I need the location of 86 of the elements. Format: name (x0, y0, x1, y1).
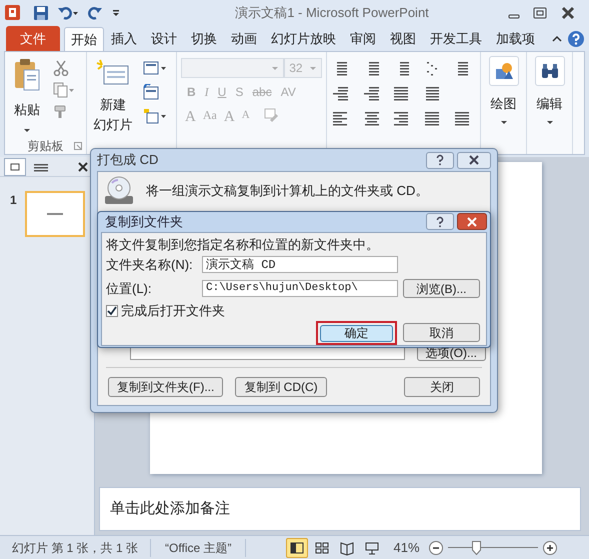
help-button[interactable] (426, 152, 454, 168)
drawing-button[interactable]: 绘图 (488, 56, 518, 126)
dialog-button[interactable]: 复制到 CD(C) (235, 377, 327, 397)
help-icon[interactable] (567, 30, 585, 48)
close-icon[interactable] (76, 160, 90, 174)
normal-view-icon (289, 540, 306, 556)
help-icon (435, 154, 445, 166)
check-icon (107, 306, 117, 316)
field-label: 文件夹名称(N): (106, 256, 194, 274)
slide-thumbnail[interactable] (24, 191, 85, 237)
help-icon (435, 216, 445, 228)
close-icon (468, 155, 480, 165)
close-icon (466, 216, 478, 227)
decrease-indent-icon[interactable] (333, 85, 349, 101)
ribbon-tab[interactable]: 审阅 (343, 27, 383, 51)
dialog-title: 打包成 CD (97, 151, 158, 170)
dialog-launcher-icon[interactable] (74, 142, 82, 150)
browse-button[interactable]: 浏览(B)... (403, 278, 480, 298)
close-button[interactable] (457, 213, 487, 230)
section-icon[interactable] (143, 108, 167, 124)
ribbon-tab[interactable]: 开发工具 (423, 27, 489, 51)
close-button[interactable] (457, 152, 491, 168)
dropdown-arrow-icon (271, 64, 280, 72)
copy-icon[interactable] (53, 82, 75, 98)
app-icon (4, 4, 21, 21)
zoom-in-icon[interactable] (542, 540, 558, 556)
font-name-field[interactable] (181, 58, 284, 78)
layout-icon[interactable] (143, 60, 167, 76)
slide-number: 1 (10, 192, 17, 209)
distributed-icon[interactable] (455, 110, 472, 126)
ribbon-tab[interactable]: 加载项 (489, 27, 542, 51)
thumbnail-title-drawing (46, 212, 63, 216)
editing-button[interactable]: 编辑 (534, 56, 564, 126)
columns-icon[interactable] (394, 85, 410, 101)
zoom-out-icon[interactable] (428, 540, 444, 556)
dropdown-arrow-icon (309, 64, 317, 72)
align-right-icon[interactable] (394, 110, 410, 126)
ribbon-tab[interactable]: 设计 (144, 27, 184, 51)
paste-button[interactable]: 粘贴 (5, 52, 49, 137)
ribbon-tab[interactable]: 切换 (184, 27, 224, 51)
cancel-button[interactable]: 取消 (403, 323, 480, 342)
increase-indent-icon[interactable] (364, 85, 380, 101)
redo-icon[interactable] (87, 4, 103, 20)
slide-counter: 幻灯片 第 1 张，共 1 张 (0, 538, 152, 556)
location-field[interactable]: C:\Users\hujun\Desktop\ (202, 280, 398, 297)
dialog-button[interactable]: 复制到文件夹(F)... (108, 377, 224, 397)
smartart-icon[interactable] (424, 85, 441, 101)
scissors-icon[interactable] (53, 60, 69, 76)
reset-slide-icon[interactable] (143, 84, 159, 100)
notes-pane[interactable]: 单击此处添加备注 (99, 487, 581, 531)
undo-icon[interactable] (57, 4, 79, 20)
shapes-icon (494, 61, 514, 81)
group-label: 剪贴板 (28, 138, 64, 154)
ribbon-tab[interactable]: 幻灯片放映 (264, 27, 343, 51)
view-button[interactable] (286, 538, 308, 558)
help-button[interactable] (426, 213, 454, 230)
dialog-instruction: 将文件复制到您指定名称和位置的新文件夹中。 (106, 236, 380, 254)
ribbon-tab[interactable]: 视图 (383, 27, 423, 51)
justify-icon[interactable] (424, 110, 441, 126)
theme-name: “Office 主题” (151, 538, 246, 556)
ribbon-tab[interactable]: 开始 (64, 27, 104, 51)
checkbox-label: 完成后打开文件夹 (121, 302, 225, 320)
folder-name-field[interactable]: 演示文稿 CD (202, 256, 398, 274)
field-label: 位置(L): (106, 280, 152, 298)
grid-view-icon (314, 540, 330, 556)
dialog-button[interactable]: 关闭 (404, 377, 480, 397)
window-title: 演示文稿1 - Microsoft PowerPoint (234, 4, 430, 22)
binoculars-icon (540, 61, 560, 81)
book-view-icon (339, 540, 356, 556)
ribbon-tab[interactable]: 动画 (224, 27, 264, 51)
checkbox[interactable] (106, 304, 118, 317)
screen-view-icon (364, 540, 380, 556)
cd-drive-icon (104, 176, 134, 206)
dialog-description: 将一组演示文稿复制到计算机上的文件夹或 CD。 (146, 182, 428, 200)
save-icon[interactable] (33, 4, 49, 20)
align-left-icon[interactable] (333, 110, 349, 126)
clipboard-icon (13, 58, 41, 92)
ok-button[interactable]: 确定 (316, 320, 397, 344)
file-tab[interactable]: 文件 (6, 26, 60, 51)
zoom-level: 41% (393, 538, 420, 557)
zoom-slider[interactable] (448, 540, 538, 556)
slider-thumb[interactable] (472, 540, 481, 554)
dialog-title: 复制到文件夹 (105, 213, 183, 231)
slides-tab-icon[interactable] (4, 158, 26, 176)
center-icon[interactable] (364, 110, 380, 126)
ribbon-tab[interactable]: 插入 (104, 27, 144, 51)
